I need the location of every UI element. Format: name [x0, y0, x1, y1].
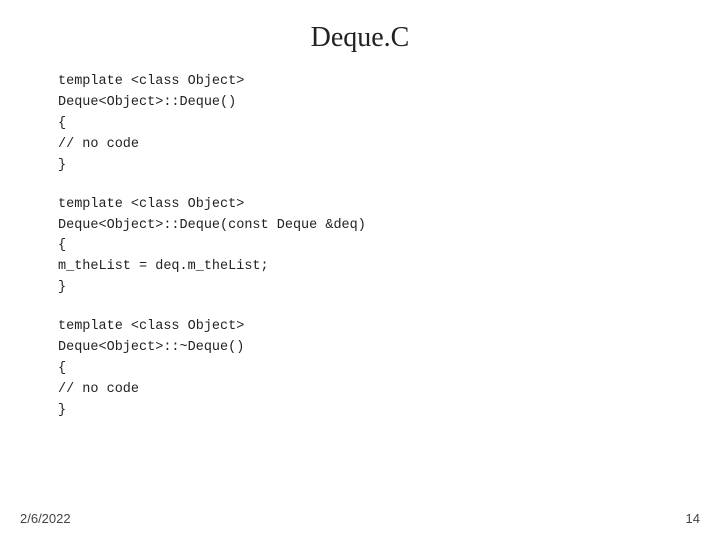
code-line: Deque<Object>::Deque() [58, 93, 680, 114]
code-area: template <class Object> Deque<Object>::D… [0, 72, 720, 422]
code-line: template <class Object> [58, 317, 680, 338]
code-line: template <class Object> [58, 72, 680, 93]
code-block-2: template <class Object> Deque<Object>::D… [58, 195, 680, 300]
footer-page: 14 [686, 511, 700, 526]
code-line: { [58, 114, 680, 135]
slide-title: Deque.C [0, 0, 720, 72]
code-block-1: template <class Object> Deque<Object>::D… [58, 72, 680, 177]
code-line: m_theList = deq.m_theList; [58, 257, 680, 278]
code-line: { [58, 359, 680, 380]
code-block-3: template <class Object> Deque<Object>::~… [58, 317, 680, 422]
slide: Deque.C template <class Object> Deque<Ob… [0, 0, 720, 540]
code-line: } [58, 401, 680, 422]
code-line: { [58, 236, 680, 257]
code-line: // no code [58, 135, 680, 156]
code-line: template <class Object> [58, 195, 680, 216]
code-line: } [58, 278, 680, 299]
footer-date: 2/6/2022 [20, 511, 71, 526]
code-line: } [58, 156, 680, 177]
code-line: // no code [58, 380, 680, 401]
code-line: Deque<Object>::~Deque() [58, 338, 680, 359]
code-line: Deque<Object>::Deque(const Deque &deq) [58, 216, 680, 237]
footer: 2/6/2022 14 [0, 511, 720, 526]
